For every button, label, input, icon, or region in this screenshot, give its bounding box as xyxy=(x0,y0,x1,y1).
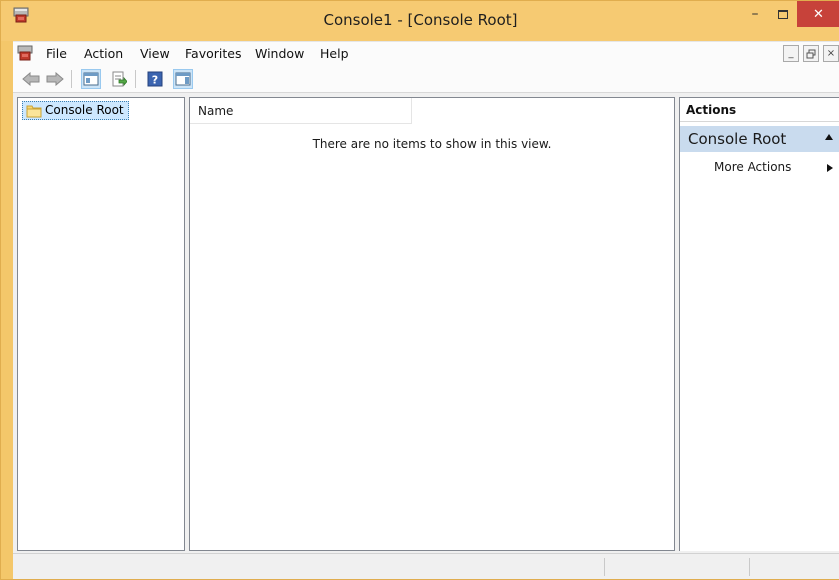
minimize-button[interactable]: – xyxy=(740,1,770,27)
actions-pane: Actions Console Root More Actions xyxy=(679,97,839,551)
empty-list-message: There are no items to show in this view. xyxy=(312,137,552,151)
back-arrow-icon xyxy=(22,72,40,86)
toolbar-separator xyxy=(135,70,136,88)
collapse-triangle-icon[interactable] xyxy=(825,134,833,140)
tree-node-label: Console Root xyxy=(45,103,124,117)
submenu-arrow-icon xyxy=(827,164,833,172)
toolbar-separator xyxy=(71,70,72,88)
show-hide-console-tree-icon xyxy=(83,72,99,86)
folder-icon xyxy=(26,104,42,121)
child-restore-button[interactable] xyxy=(803,45,819,62)
menu-action[interactable]: Action xyxy=(84,46,123,61)
console-tree-pane[interactable]: Console Root xyxy=(17,97,185,551)
forward-button[interactable] xyxy=(45,69,65,89)
results-list-pane[interactable]: Name There are no items to show in this … xyxy=(189,97,675,551)
maximize-icon xyxy=(778,9,788,19)
menu-bar: File Action View Favorites Window Help _… xyxy=(13,41,839,65)
forward-arrow-icon xyxy=(46,72,64,86)
show-hide-action-pane-icon xyxy=(175,72,191,86)
actions-section-title: Console Root xyxy=(688,130,787,148)
menu-window[interactable]: Window xyxy=(255,46,304,61)
toolbar: ? xyxy=(13,65,839,93)
window-title: Console1 - [Console Root] xyxy=(323,11,518,29)
help-button[interactable]: ? xyxy=(145,69,165,89)
child-minimize-button[interactable]: _ xyxy=(783,45,799,62)
menu-view[interactable]: View xyxy=(140,46,170,61)
client-area: Console Root Name There are no items to … xyxy=(13,93,839,553)
export-list-button[interactable] xyxy=(109,69,129,89)
help-icon: ? xyxy=(147,71,163,87)
menu-file[interactable]: File xyxy=(46,46,67,61)
restore-icon xyxy=(806,49,816,58)
actions-section-console-root[interactable]: Console Root xyxy=(680,126,839,152)
show-hide-action-pane-button[interactable] xyxy=(173,69,193,89)
child-close-button[interactable]: × xyxy=(823,45,839,62)
console-document-icon[interactable] xyxy=(17,45,33,61)
status-separator xyxy=(749,558,750,576)
menu-favorites[interactable]: Favorites xyxy=(185,46,241,61)
title-bar[interactable]: Console1 - [Console Root] – ✕ xyxy=(1,1,839,41)
menu-help[interactable]: Help xyxy=(320,46,349,61)
actions-header: Actions xyxy=(680,98,839,122)
status-separator xyxy=(604,558,605,576)
export-list-icon xyxy=(112,71,127,87)
mmc-window: Console1 - [Console Root] – ✕ File Actio… xyxy=(0,0,839,580)
close-button[interactable]: ✕ xyxy=(797,1,839,27)
show-hide-console-tree-button[interactable] xyxy=(81,69,101,89)
more-actions-label: More Actions xyxy=(714,160,792,174)
status-bar xyxy=(13,553,839,579)
back-button[interactable] xyxy=(21,69,41,89)
tree-node-console-root[interactable]: Console Root xyxy=(22,101,129,120)
svg-text:?: ? xyxy=(152,74,158,87)
maximize-button[interactable] xyxy=(770,1,796,27)
column-header-name[interactable]: Name xyxy=(190,98,412,124)
more-actions-item[interactable]: More Actions xyxy=(680,156,839,178)
